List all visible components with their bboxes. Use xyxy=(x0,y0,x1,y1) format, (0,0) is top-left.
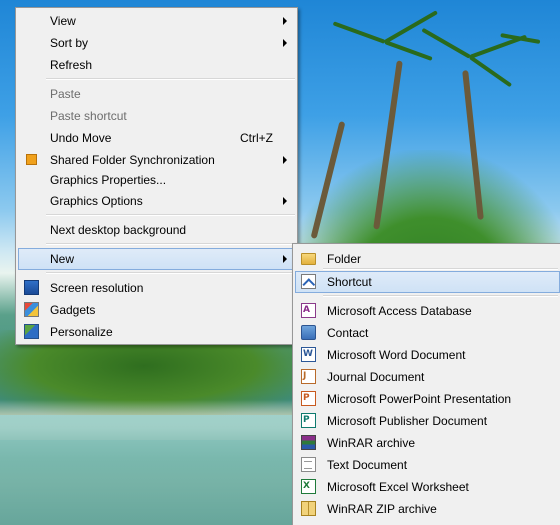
shortcut-icon xyxy=(301,274,316,289)
menu-item-label: View xyxy=(50,14,76,28)
contact-icon xyxy=(301,325,316,340)
palm-frond xyxy=(384,40,433,61)
menu-item-label: Microsoft Publisher Document xyxy=(327,414,488,428)
submenu-item-word-document[interactable]: Microsoft Word Document xyxy=(295,344,558,366)
menu-item-label: Shortcut xyxy=(327,275,372,289)
menu-separator xyxy=(46,78,295,80)
menu-separator xyxy=(46,272,295,274)
menu-item-label: Paste xyxy=(50,87,81,101)
winrar-zip-icon xyxy=(301,501,316,516)
menu-item-label: WinRAR ZIP archive xyxy=(327,502,437,516)
menu-item-label: Graphics Options xyxy=(50,194,143,208)
menu-item-sort-by[interactable]: Sort by xyxy=(18,32,295,54)
menu-item-graphics-properties[interactable]: Graphics Properties... xyxy=(18,169,295,191)
menu-item-undo-move[interactable]: Undo Move Ctrl+Z xyxy=(18,127,295,149)
menu-item-label: Folder xyxy=(327,252,362,266)
menu-separator xyxy=(46,214,295,216)
menu-item-label: Microsoft Excel Worksheet xyxy=(327,480,469,494)
menu-item-new[interactable]: New xyxy=(18,248,295,270)
menu-item-graphics-options[interactable]: Graphics Options xyxy=(18,190,295,212)
menu-item-refresh[interactable]: Refresh xyxy=(18,54,295,76)
menu-separator xyxy=(323,295,558,297)
menu-item-label: Undo Move xyxy=(50,131,112,145)
menu-item-label: Personalize xyxy=(50,325,113,339)
menu-item-label: Text Document xyxy=(327,458,408,472)
menu-item-label: Screen resolution xyxy=(50,281,144,295)
palm-frond xyxy=(468,55,513,88)
menu-item-label: Graphics Properties... xyxy=(50,173,167,187)
menu-item-paste: Paste xyxy=(18,83,295,105)
personalize-icon xyxy=(24,324,39,339)
menu-item-label: Paste shortcut xyxy=(50,109,127,123)
powerpoint-icon xyxy=(301,391,316,406)
submenu-item-publisher-document[interactable]: Microsoft Publisher Document xyxy=(295,410,558,432)
publisher-icon xyxy=(301,413,316,428)
submenu-item-journal-document[interactable]: Journal Document xyxy=(295,366,558,388)
menu-item-label: Microsoft Access Database xyxy=(327,304,472,318)
menu-item-label: Next desktop background xyxy=(50,223,187,237)
excel-icon xyxy=(301,479,316,494)
text-document-icon xyxy=(301,457,316,472)
menu-item-next-desktop-background[interactable]: Next desktop background xyxy=(18,219,295,241)
keyboard-shortcut: Ctrl+Z xyxy=(240,131,273,145)
submenu-item-winrar-archive[interactable]: WinRAR archive xyxy=(295,432,558,454)
menu-item-screen-resolution[interactable]: Screen resolution xyxy=(18,277,295,299)
submenu-arrow-icon xyxy=(283,39,287,47)
submenu-item-powerpoint-presentation[interactable]: Microsoft PowerPoint Presentation xyxy=(295,388,558,410)
palm-frond xyxy=(421,27,471,59)
menu-item-label: Microsoft Word Document xyxy=(327,348,466,362)
screen-resolution-icon xyxy=(24,280,39,295)
submenu-item-folder[interactable]: Folder xyxy=(295,248,558,270)
menu-item-label: Contact xyxy=(327,326,369,340)
folder-icon xyxy=(301,253,316,265)
menu-item-label: Gadgets xyxy=(50,303,96,317)
submenu-arrow-icon xyxy=(283,17,287,25)
palm-frond xyxy=(384,10,438,44)
winrar-icon xyxy=(301,435,316,450)
menu-item-gadgets[interactable]: Gadgets xyxy=(18,299,295,321)
submenu-item-shortcut[interactable]: Shortcut xyxy=(295,271,560,293)
lagoon-water xyxy=(0,415,300,525)
new-submenu: Folder Shortcut Microsoft Access Databas… xyxy=(292,243,560,525)
submenu-item-contact[interactable]: Contact xyxy=(295,322,558,344)
menu-item-shared-folder-sync[interactable]: Shared Folder Synchronization xyxy=(18,149,295,171)
menu-item-view[interactable]: View xyxy=(18,10,295,32)
desktop-context-menu: View Sort by Refresh Paste Paste shortcu… xyxy=(15,7,298,345)
sync-folder-icon xyxy=(26,154,37,165)
palm-frond xyxy=(332,21,386,44)
gadgets-icon xyxy=(24,302,39,317)
menu-item-personalize[interactable]: Personalize xyxy=(18,321,295,343)
submenu-item-text-document[interactable]: Text Document xyxy=(295,454,558,476)
submenu-arrow-icon xyxy=(283,197,287,205)
menu-item-label: Microsoft PowerPoint Presentation xyxy=(327,392,512,406)
menu-separator xyxy=(46,243,295,245)
menu-item-paste-shortcut: Paste shortcut xyxy=(18,105,295,127)
access-icon xyxy=(301,303,316,318)
submenu-item-winrar-zip-archive[interactable]: WinRAR ZIP archive xyxy=(295,498,558,520)
journal-icon xyxy=(301,369,316,384)
menu-item-label: Sort by xyxy=(50,36,89,50)
menu-item-label: Shared Folder Synchronization xyxy=(50,153,215,167)
word-icon xyxy=(301,347,316,362)
menu-item-label: Refresh xyxy=(50,58,93,72)
menu-separator xyxy=(323,268,558,270)
submenu-arrow-icon xyxy=(283,255,287,263)
submenu-item-excel-worksheet[interactable]: Microsoft Excel Worksheet xyxy=(295,476,558,498)
menu-item-label: New xyxy=(50,252,75,266)
menu-item-label: Journal Document xyxy=(327,370,425,384)
submenu-item-access-database[interactable]: Microsoft Access Database xyxy=(295,300,558,322)
menu-item-label: WinRAR archive xyxy=(327,436,416,450)
submenu-arrow-icon xyxy=(283,156,287,164)
